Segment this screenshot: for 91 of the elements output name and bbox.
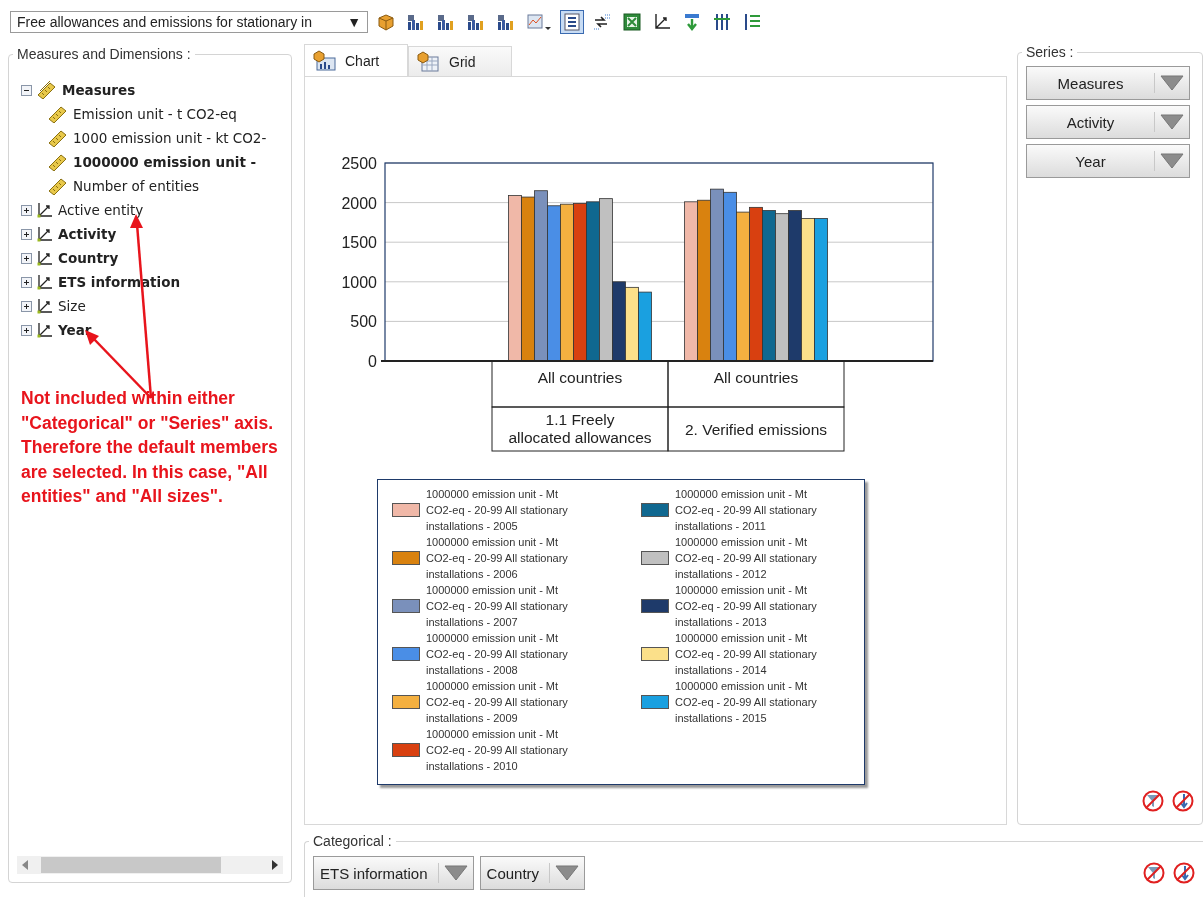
series-field-button[interactable]: Year [1026, 144, 1190, 178]
panel-title: Categorical : [312, 833, 393, 849]
category-label: 2. Verified emissions [684, 421, 828, 438]
y-tick-label: 2500 [341, 155, 377, 172]
legend-label: 1000000 emission unit - Mt CO2-eq - 20-99 All stationary installations - 2013 [675, 583, 818, 630]
legend-label: 1000000 emission unit - Mt CO2-eq - 20-99 All stationary installations - 2006 [426, 535, 569, 582]
report-dropdown[interactable]: Free allowances and emissions for stationary in ▼ [10, 11, 368, 33]
legend-label: 1000000 emission unit - Mt CO2-eq - 20-99 All stationary installations - 2014 [675, 631, 818, 678]
legend-label: 1000000 emission unit - Mt CO2-eq - 20-99 All stationary installations - 2012 [675, 535, 818, 582]
bar-chart-icon [406, 12, 426, 32]
rows-icon [742, 12, 762, 32]
axes-icon [652, 12, 672, 32]
categorical-field-button[interactable]: Country [479, 856, 586, 890]
toolbar-button[interactable] [560, 10, 584, 34]
view-tab[interactable]: Grid [408, 46, 512, 76]
scrollbar-thumb[interactable] [41, 857, 221, 873]
scroll-right-icon[interactable] [271, 860, 279, 870]
expand-toggle[interactable] [21, 300, 32, 312]
dropdown-arrow-icon [1154, 112, 1185, 132]
clear-sort-icon[interactable] [1172, 790, 1194, 812]
expand-toggle[interactable] [21, 324, 32, 336]
collapse-toggle[interactable] [21, 84, 32, 96]
tree-item[interactable]: 1000 emission unit - kt CO2- [73, 130, 267, 146]
expand-toggle[interactable] [21, 228, 32, 240]
expand-toggle[interactable] [21, 204, 32, 216]
bar [638, 291, 652, 362]
y-tick-label: 1500 [341, 234, 377, 252]
ruler-icon [47, 153, 69, 171]
panel-title: Series : [1025, 44, 1075, 60]
tree-item[interactable]: Emission unit - t CO2-eq [73, 106, 237, 122]
dimension-axis-icon [36, 297, 54, 315]
expand-toggle[interactable] [21, 252, 32, 264]
dropdown-arrow-icon [1154, 73, 1185, 93]
axis-group-label: All countries [713, 369, 799, 386]
tree-item[interactable]: Measures [62, 82, 136, 98]
tree-item[interactable]: Country [58, 250, 119, 266]
dimension-axis-icon [36, 225, 54, 243]
panel-title: Measures and Dimensions : [16, 46, 192, 62]
bar-chart-icon [436, 12, 456, 32]
dimension-axis-icon [36, 273, 54, 291]
bar-chart-icon [496, 12, 516, 32]
view-tab[interactable]: Chart [304, 44, 408, 76]
y-tick-label: 500 [350, 313, 377, 331]
tree-item[interactable]: Year [58, 322, 92, 338]
category-label: 1.1 Freely allocated allowances [508, 411, 652, 446]
legend-label: 1000000 emission unit - Mt CO2-eq - 20-99 All stationary installations - 2010 [426, 727, 569, 774]
chart-wizard-icon [526, 12, 552, 32]
ruler-icon [47, 177, 69, 195]
categorical-field-button[interactable]: ETS information [313, 856, 474, 890]
spreadsheet-icon [622, 12, 642, 32]
ruler-icon [47, 129, 69, 147]
expand-toggle[interactable] [21, 276, 32, 288]
tree-item[interactable]: Activity [58, 226, 117, 242]
tree-item[interactable]: Size [58, 298, 86, 314]
scroll-left-icon[interactable] [21, 860, 29, 870]
ruler-icon [47, 105, 69, 123]
horizontal-scrollbar[interactable] [17, 856, 283, 874]
list-icon [562, 12, 582, 32]
swap-icon [592, 12, 612, 32]
dropdown-arrow-icon [437, 863, 469, 883]
y-tick-label: 0 [368, 353, 377, 370]
grid-tab-icon [417, 50, 441, 73]
legend-label: 1000000 emission unit - Mt CO2-eq - 20-99 All stationary installations - 2008 [426, 631, 569, 678]
chart-tab-icon [313, 49, 337, 72]
dimension-axis-icon [36, 321, 54, 339]
cube-icon [376, 12, 396, 32]
dimension-axis-icon [36, 249, 54, 267]
axis-group-label: All countries [537, 369, 623, 386]
legend-label: 1000000 emission unit - Mt CO2-eq - 20-99 All stationary installations - 2015 [675, 679, 818, 726]
dropdown-arrow-icon [549, 863, 581, 883]
bar-chart-icon [466, 12, 486, 32]
series-field-button[interactable]: Measures [1026, 66, 1190, 100]
series-field-button[interactable]: Activity [1026, 105, 1190, 139]
tree-item[interactable]: Number of entities [73, 178, 200, 194]
dimension-axis-icon [36, 201, 54, 219]
legend-label: 1000000 emission unit - Mt CO2-eq - 20-99 All stationary installations - 2011 [675, 487, 818, 534]
clear-filter-icon[interactable] [1143, 862, 1165, 884]
rulers-icon [36, 81, 58, 99]
clear-sort-icon[interactable] [1173, 862, 1195, 884]
export-icon [682, 12, 702, 32]
legend-label: 1000000 emission unit - Mt CO2-eq - 20-99 All stationary installations - 2005 [426, 487, 569, 534]
tree-item[interactable]: 1000000 emission unit - [73, 154, 257, 170]
clear-filter-icon[interactable] [1142, 790, 1164, 812]
legend-label: 1000000 emission unit - Mt CO2-eq - 20-99 All stationary installations - 2007 [426, 583, 569, 630]
y-tick-label: 2000 [341, 194, 377, 212]
y-tick-label: 1000 [341, 273, 377, 291]
columns-icon [712, 12, 732, 32]
annotation-text: Not included within either "Categorical" or "Series" axis. Therefore the default members are selected. In this case, "All entities" and "All sizes". [21, 387, 279, 508]
legend-label: 1000000 emission unit - Mt CO2-eq - 20-99 All stationary installations - 2009 [426, 679, 569, 726]
dropdown-arrow-icon [1154, 151, 1185, 171]
tree-item[interactable]: Active entity [58, 202, 144, 218]
